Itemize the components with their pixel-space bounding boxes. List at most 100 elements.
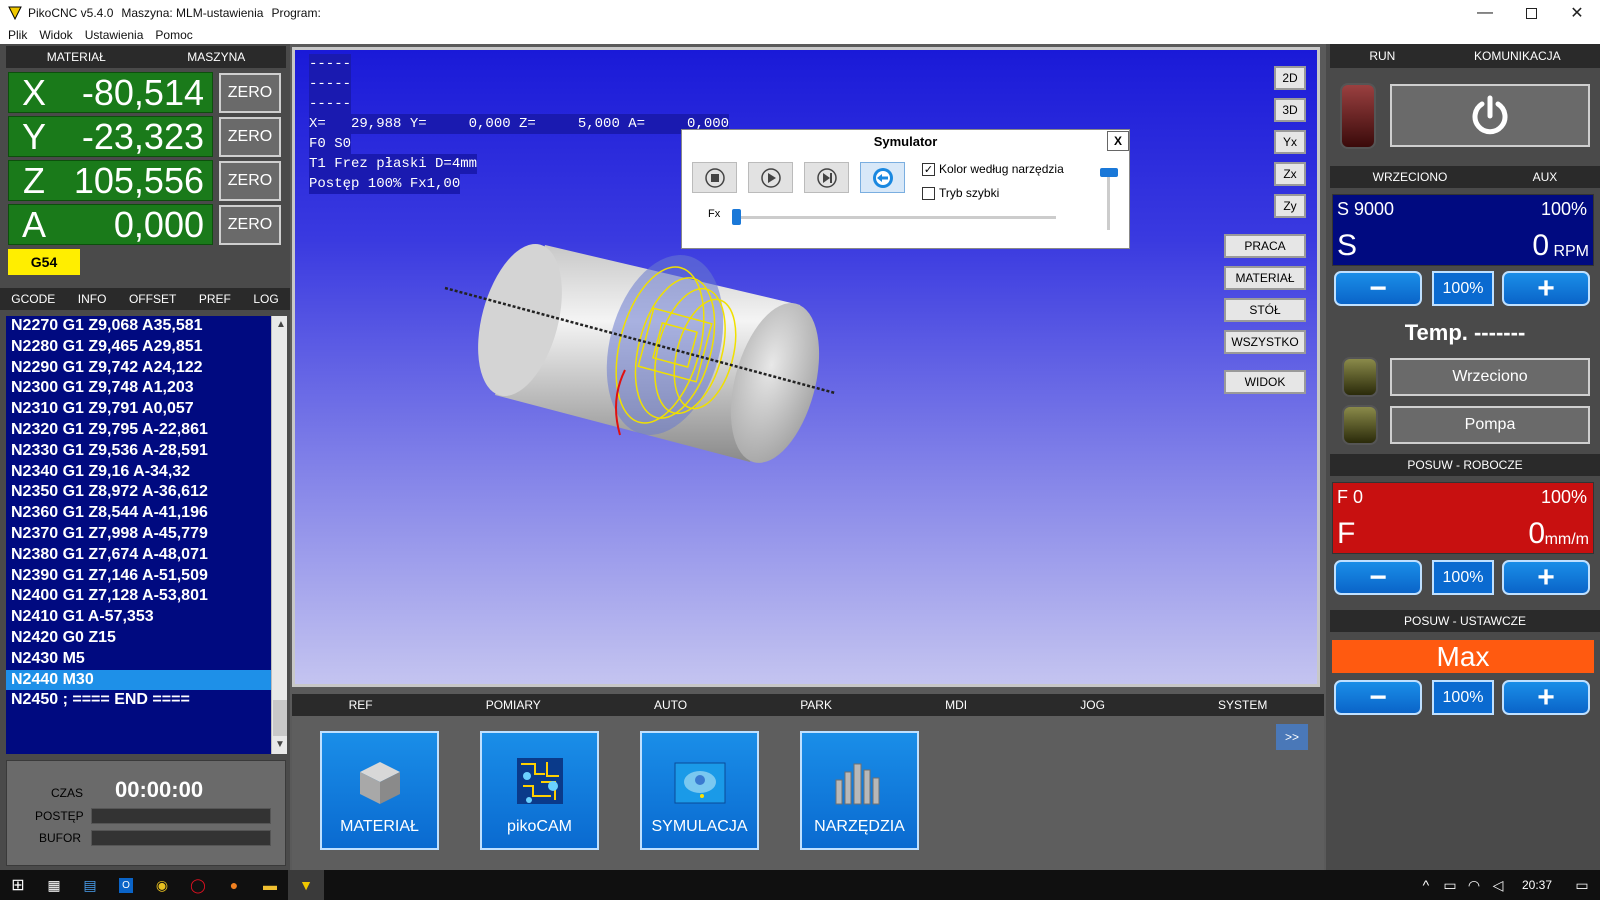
more-button[interactable]: >> [1276, 724, 1308, 750]
taskbar-explorer[interactable]: ▬ [252, 870, 288, 900]
sim-step-button[interactable] [804, 162, 849, 193]
spindle-toggle-button[interactable]: Wrzeciono [1390, 358, 1590, 396]
spindle-100-button[interactable]: 100% [1432, 271, 1494, 306]
view-yx-button[interactable]: Yx [1274, 130, 1306, 154]
rapid-minus-button[interactable]: − [1334, 680, 1422, 715]
taskbar-calculator[interactable]: ▦ [36, 870, 72, 900]
minimize-button[interactable]: — [1462, 0, 1508, 26]
tab-info[interactable]: INFO [78, 292, 107, 306]
sim-play-button[interactable] [748, 162, 793, 193]
menu-pomoc[interactable]: Pomoc [155, 28, 192, 42]
view-2d-button[interactable]: 2D [1274, 66, 1306, 90]
speed-slider-thumb[interactable] [1100, 168, 1118, 177]
zero-a-button[interactable]: ZERO [219, 205, 281, 245]
gcode-scrollbar[interactable]: ▲ ▼ [271, 316, 287, 754]
maximize-button[interactable] [1508, 0, 1554, 26]
gcode-line[interactable]: N2320 G1 Z9,795 A-22,861 [6, 420, 271, 441]
gcode-line[interactable]: N2350 G1 Z8,972 A-36,612 [6, 482, 271, 503]
start-button[interactable]: ⊞ [0, 870, 36, 900]
gcode-line[interactable]: N2430 M5 [6, 649, 271, 670]
speed-slider-track[interactable] [1107, 168, 1110, 230]
chk-fast-row[interactable]: Tryb szybki [922, 186, 999, 200]
tab-ref[interactable]: REF [349, 698, 373, 712]
taskbar-firefox[interactable]: ● [216, 870, 252, 900]
feed-100-button[interactable]: 100% [1432, 560, 1494, 595]
checkbox-checked-icon[interactable]: ✓ [922, 162, 935, 176]
menu-plik[interactable]: Plik [8, 28, 27, 42]
gcode-line[interactable]: N2270 G1 Z9,068 A35,581 [6, 316, 271, 337]
tab-pomiary[interactable]: POMIARY [486, 698, 541, 712]
gcode-line[interactable]: N2330 G1 Z9,536 A-28,591 [6, 441, 271, 462]
fx-slider-thumb[interactable] [732, 209, 741, 225]
tray-volume[interactable]: ◁ [1486, 870, 1510, 900]
gcode-line[interactable]: N2370 G1 Z7,998 A-45,779 [6, 524, 271, 545]
clock[interactable]: 20:37 [1522, 878, 1552, 892]
zero-x-button[interactable]: ZERO [219, 73, 281, 113]
taskbar-outlook[interactable]: O [108, 870, 144, 900]
rapid-100-button[interactable]: 100% [1432, 680, 1494, 715]
tray-chevron[interactable]: ^ [1414, 870, 1438, 900]
simulator-close-button[interactable]: X [1107, 131, 1129, 151]
rapid-plus-button[interactable]: + [1502, 680, 1590, 715]
chk-color-row[interactable]: ✓ Kolor według narzędzia [922, 162, 1064, 176]
feed-minus-button[interactable]: − [1334, 560, 1422, 595]
scroll-down-icon[interactable]: ▼ [271, 736, 289, 752]
taskbar-chrome[interactable]: ◉ [144, 870, 180, 900]
gcode-line[interactable]: N2340 G1 Z9,16 A-34,32 [6, 462, 271, 483]
tab-log[interactable]: LOG [253, 292, 278, 306]
menu-ustawienia[interactable]: Ustawienia [85, 28, 144, 42]
tab-offset[interactable]: OFFSET [129, 292, 176, 306]
pump-toggle-button[interactable]: Pompa [1390, 406, 1590, 444]
sim-rewind-button[interactable] [860, 162, 905, 193]
tab-run[interactable]: RUN [1369, 49, 1395, 63]
gcode-line[interactable]: N2300 G1 Z9,748 A1,203 [6, 378, 271, 399]
view-zy-button[interactable]: Zy [1274, 194, 1306, 218]
tab-machine[interactable]: MASZYNA [187, 50, 245, 64]
gcode-line[interactable]: N2390 G1 Z7,146 A-51,509 [6, 566, 271, 587]
fx-slider-track[interactable] [734, 216, 1056, 219]
menu-widok[interactable]: Widok [39, 28, 72, 42]
gcode-line[interactable]: N2400 G1 Z7,128 A-53,801 [6, 586, 271, 607]
notifications-button[interactable]: ▭ [1564, 870, 1600, 900]
spindle-plus-button[interactable]: + [1502, 271, 1590, 306]
tab-spindle[interactable]: WRZECIONO [1373, 170, 1448, 184]
pikocam-big-button[interactable]: pikoCAM [480, 731, 599, 850]
scroll-up-icon[interactable]: ▲ [272, 316, 290, 332]
gcode-line[interactable]: N2360 G1 Z8,544 A-41,196 [6, 503, 271, 524]
spindle-minus-button[interactable]: − [1334, 271, 1422, 306]
gcode-line[interactable]: N2290 G1 Z9,742 A24,122 [6, 358, 271, 379]
tab-material[interactable]: MATERIAŁ [47, 50, 106, 64]
gcode-line[interactable]: N2440 M30 [6, 669, 271, 691]
sim-stop-button[interactable] [692, 162, 737, 193]
power-button[interactable] [1390, 84, 1590, 147]
tab-system[interactable]: SYSTEM [1218, 698, 1267, 712]
close-window-button[interactable]: ✕ [1554, 0, 1600, 26]
gcode-line[interactable]: N2280 G1 Z9,465 A29,851 [6, 337, 271, 358]
tab-gcode[interactable]: GCODE [11, 292, 55, 306]
gcode-line[interactable]: N2420 G0 Z15 [6, 628, 271, 649]
gcode-line[interactable]: N2310 G1 Z9,791 A0,057 [6, 399, 271, 420]
simulation-big-button[interactable]: SYMULACJA [640, 731, 759, 850]
zoom-all-button[interactable]: WSZYSTKO [1224, 330, 1306, 354]
view-3d-button[interactable]: 3D [1274, 98, 1306, 122]
view-zx-button[interactable]: Zx [1274, 162, 1306, 186]
tab-communication[interactable]: KOMUNIKACJA [1474, 49, 1561, 63]
taskbar-pikocnc[interactable]: ▼ [288, 870, 324, 900]
feed-plus-button[interactable]: + [1502, 560, 1590, 595]
gcode-line[interactable]: N2410 G1 A-57,353 [6, 607, 271, 628]
tab-jog[interactable]: JOG [1080, 698, 1105, 712]
tab-pref[interactable]: PREF [199, 292, 231, 306]
gcode-line[interactable]: N2380 G1 Z7,674 A-48,071 [6, 545, 271, 566]
gcode-line[interactable]: N2450 ; ==== END ==== [6, 690, 271, 711]
checkbox-icon[interactable] [922, 186, 935, 200]
scroll-thumb[interactable] [273, 700, 287, 736]
gcode-list[interactable]: N2270 G1 Z9,068 A35,581 N2280 G1 Z9,465 A… [6, 316, 271, 754]
material-big-button[interactable]: MATERIAŁ [320, 731, 439, 850]
zoom-work-button[interactable]: PRACA [1224, 234, 1306, 258]
tab-aux[interactable]: AUX [1533, 170, 1558, 184]
zero-y-button[interactable]: ZERO [219, 117, 281, 157]
tray-battery[interactable]: ▭ [1438, 870, 1462, 900]
tab-auto[interactable]: AUTO [654, 698, 687, 712]
zero-z-button[interactable]: ZERO [219, 161, 281, 201]
taskbar-notes[interactable]: ▤ [72, 870, 108, 900]
